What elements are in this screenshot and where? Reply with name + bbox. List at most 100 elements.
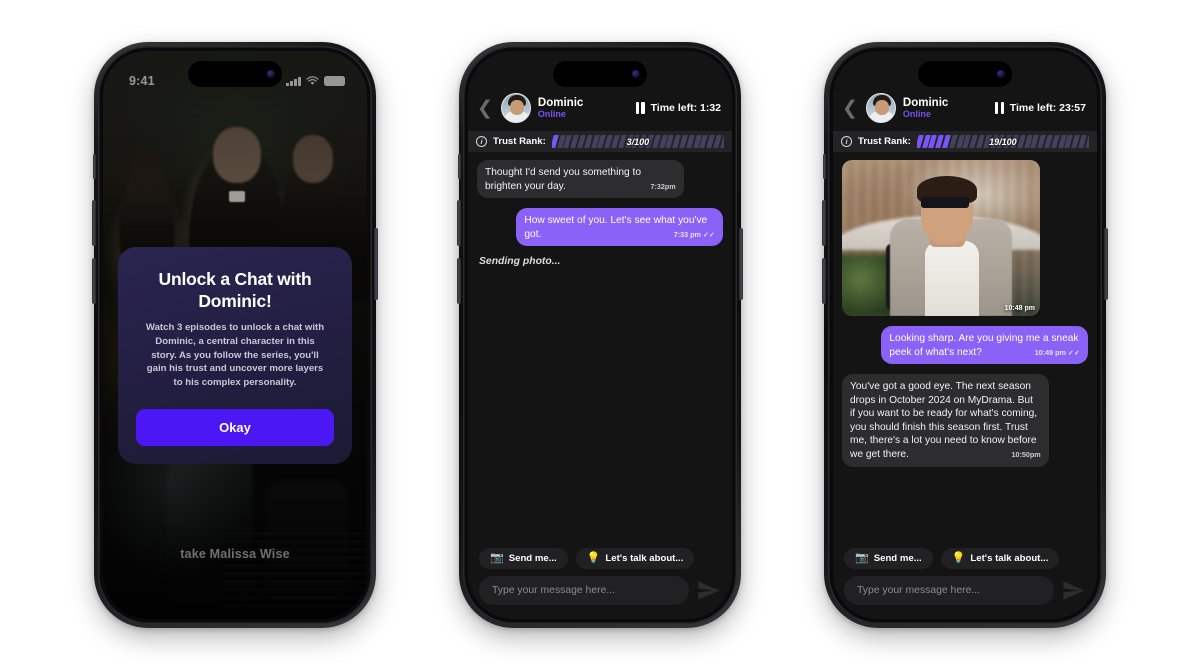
silent-switch[interactable]: [822, 154, 826, 179]
chip-send-me[interactable]: 📷 Send me...: [844, 548, 933, 569]
groom-head: [293, 135, 333, 183]
dynamic-island: [188, 61, 282, 87]
front-camera-icon: [267, 70, 275, 78]
message-text: You've got a good eye. The next season d…: [850, 381, 1038, 460]
chat-screen: ❮ Dominic Online Time left: 23:57 i Trus…: [833, 51, 1097, 619]
bride-head: [129, 151, 163, 193]
trust-rank-bar: i Trust Rank: 19/100: [833, 131, 1097, 152]
message-composer: [468, 574, 732, 619]
chip-label: Send me...: [873, 553, 922, 564]
cellular-signal-icon: [286, 76, 301, 86]
power-button[interactable]: [1104, 228, 1108, 300]
front-camera-icon: [997, 70, 1005, 78]
chip-lets-talk-about[interactable]: 💡 Let's talk about...: [940, 548, 1060, 569]
info-icon[interactable]: i: [476, 136, 487, 147]
avatar[interactable]: [500, 93, 531, 123]
lightbulb-icon: 💡: [586, 552, 601, 564]
power-button[interactable]: [374, 228, 378, 300]
video-caption: take Malissa Wise: [180, 547, 290, 561]
camera-photo-icon: 📷: [490, 552, 504, 564]
volume-down-button[interactable]: [92, 258, 96, 304]
screenshot-root: 9:41 take Malissa Wise Unlock a Chat wit…: [0, 0, 1200, 670]
send-paper-plane-icon[interactable]: [696, 578, 721, 603]
message-row: How sweet of you. Let's see what you've …: [477, 208, 723, 247]
info-icon[interactable]: i: [841, 136, 852, 147]
status-badge: Online: [902, 109, 931, 120]
message-time: 7:33 pm ✓✓: [673, 229, 715, 239]
chip-label: Let's talk about...: [970, 553, 1049, 564]
message-row: Thought I'd send you something to bright…: [477, 160, 723, 199]
photo-timestamp: 10:48 pm: [1004, 305, 1035, 312]
volume-down-button[interactable]: [822, 258, 826, 304]
okay-button[interactable]: Okay: [136, 409, 334, 447]
chip-label: Let's talk about...: [605, 553, 684, 564]
priest-head: [213, 127, 261, 183]
volume-up-button[interactable]: [92, 200, 96, 246]
phone-1-screen: 9:41 take Malissa Wise Unlock a Chat wit…: [103, 51, 367, 619]
phone-1-unlock-modal: 9:41 take Malissa Wise Unlock a Chat wit…: [92, 42, 378, 628]
silent-switch[interactable]: [92, 154, 96, 179]
trust-rank-value: 3/100: [626, 136, 650, 147]
trust-rank-value: 19/100: [989, 136, 1017, 147]
trust-rank-progress: 19/100: [916, 135, 1089, 148]
wifi-icon: [306, 76, 319, 85]
message-input[interactable]: [844, 576, 1054, 605]
chip-lets-talk-about[interactable]: 💡 Let's talk about...: [575, 548, 695, 569]
pause-icon[interactable]: [994, 102, 1004, 114]
message-row: 10:48 pm: [842, 160, 1088, 316]
time-left-label: Time left: 23:57: [1009, 102, 1086, 114]
avatar[interactable]: [865, 93, 896, 123]
read-receipt-icon: ✓✓: [1067, 347, 1080, 357]
contact-name: Dominic: [537, 96, 584, 109]
volume-up-button[interactable]: [822, 200, 826, 246]
chip-label: Send me...: [508, 553, 557, 564]
power-button[interactable]: [739, 228, 743, 300]
message-list[interactable]: Thought I'd send you something to bright…: [468, 152, 732, 542]
dynamic-island: [918, 61, 1012, 87]
message-bubble-outgoing: How sweet of you. Let's see what you've …: [516, 208, 723, 247]
message-input[interactable]: [479, 576, 689, 605]
message-time: 10:50pm: [1011, 449, 1041, 459]
lightbulb-icon: 💡: [951, 552, 966, 564]
chat-header: ❮ Dominic Online Time left: 1:32: [468, 89, 732, 131]
dynamic-island: [553, 61, 647, 87]
chip-send-me[interactable]: 📷 Send me...: [479, 548, 568, 569]
quick-reply-chips: 📷 Send me... 💡 Let's talk about...: [468, 542, 732, 574]
shoes-detail: [265, 481, 349, 601]
send-paper-plane-icon[interactable]: [1061, 578, 1086, 603]
front-camera-icon: [632, 70, 640, 78]
message-time: 10:49 pm ✓✓: [1034, 347, 1080, 357]
stairs-detail: [223, 533, 367, 611]
phone-2-chat-start: ❮ Dominic Online Time left: 1:32 i Trust…: [457, 42, 743, 628]
phone-2-screen: ❮ Dominic Online Time left: 1:32 i Trust…: [468, 51, 732, 619]
typing-status: Sending photo...: [479, 256, 561, 268]
volume-down-button[interactable]: [457, 258, 461, 304]
trust-rank-bar: i Trust Rank: 3/100: [468, 131, 732, 152]
contact-name: Dominic: [902, 96, 949, 109]
read-receipt-icon: ✓✓: [702, 229, 715, 239]
chevron-left-icon[interactable]: ❮: [841, 99, 859, 118]
unlock-chat-modal: Unlock a Chat with Dominic! Watch 3 epis…: [118, 247, 352, 465]
message-list[interactable]: 10:48 pm Looking sharp. Are you giving m…: [833, 152, 1097, 542]
phone-3-screen: ❮ Dominic Online Time left: 23:57 i Trus…: [833, 51, 1097, 619]
camera-photo-icon: 📷: [855, 552, 869, 564]
modal-title: Unlock a Chat with Dominic!: [158, 269, 312, 311]
quick-reply-chips: 📷 Send me... 💡 Let's talk about...: [833, 542, 1097, 574]
message-row: Looking sharp. Are you giving me a sneak…: [842, 326, 1088, 365]
phone-3-chat-progress: ❮ Dominic Online Time left: 23:57 i Trus…: [822, 42, 1108, 628]
message-composer: [833, 574, 1097, 619]
modal-body: Watch 3 episodes to unlock a chat with D…: [145, 322, 325, 388]
trust-rank-progress: 3/100: [551, 135, 724, 148]
volume-up-button[interactable]: [457, 200, 461, 246]
chat-header: ❮ Dominic Online Time left: 23:57: [833, 89, 1097, 131]
photo-message[interactable]: 10:48 pm: [842, 160, 1040, 316]
message-bubble-incoming: Thought I'd send you something to bright…: [477, 160, 684, 199]
pause-icon[interactable]: [635, 102, 645, 114]
trust-rank-label: Trust Rank:: [493, 136, 546, 147]
chevron-left-icon[interactable]: ❮: [476, 99, 494, 118]
trust-rank-label: Trust Rank:: [858, 136, 911, 147]
battery-icon: [324, 76, 345, 86]
message-row: You've got a good eye. The next season d…: [842, 374, 1088, 467]
priest-collar: [229, 191, 245, 202]
silent-switch[interactable]: [457, 154, 461, 179]
